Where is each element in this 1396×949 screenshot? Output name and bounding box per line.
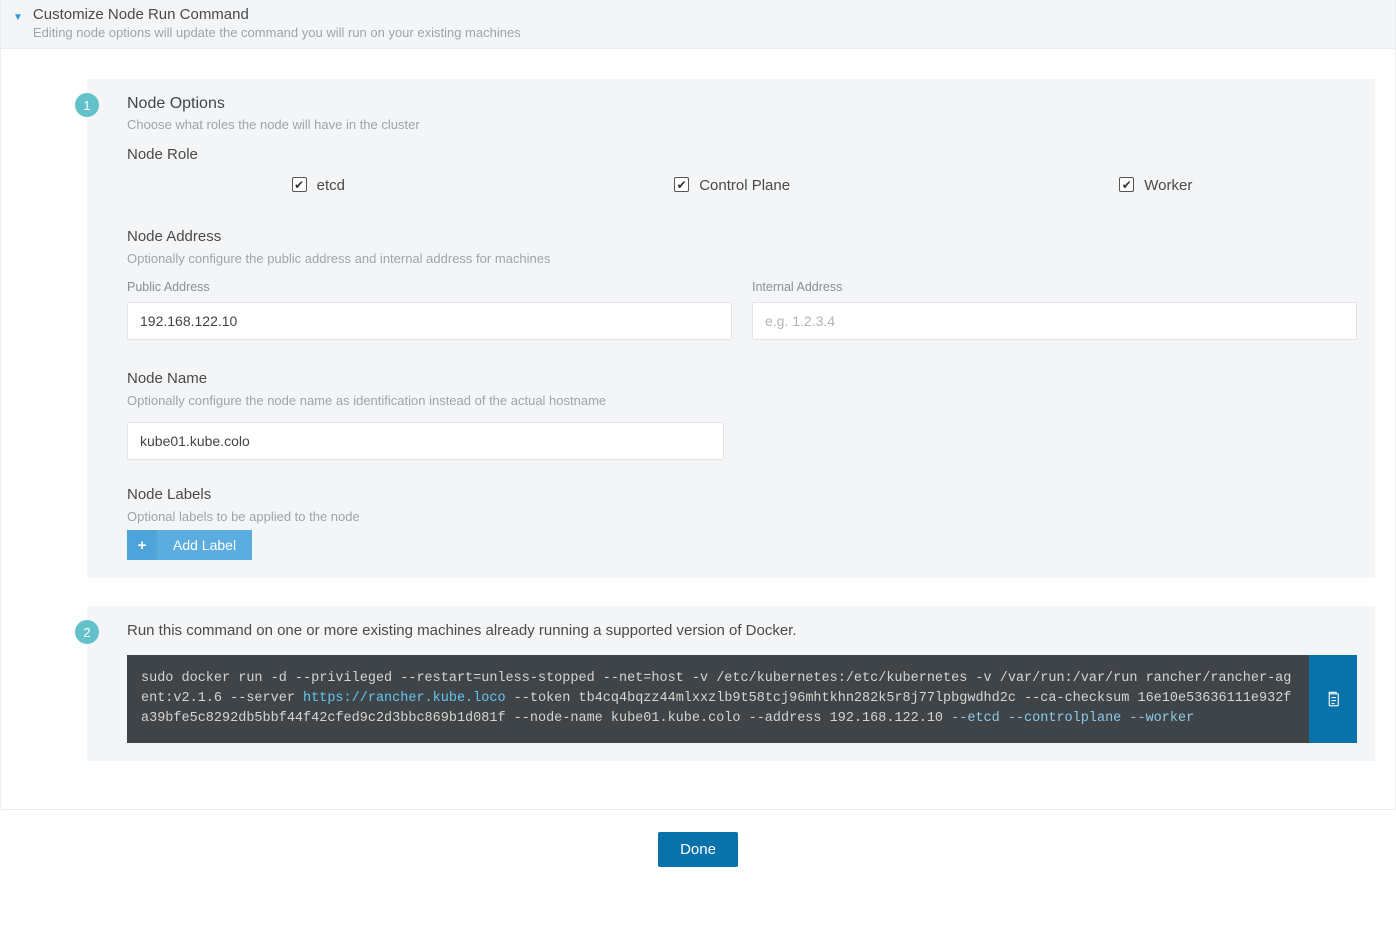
checkbox-icon[interactable]: ✔ (1119, 177, 1134, 192)
internal-address-input[interactable] (752, 302, 1357, 340)
footer-row: Done (0, 810, 1396, 891)
panel-header[interactable]: ▼ Customize Node Run Command Editing nod… (1, 0, 1395, 49)
node-role-title: Node Role (127, 146, 1357, 163)
public-address-input[interactable] (127, 302, 732, 340)
clipboard-icon (1324, 689, 1342, 709)
disclosure-icon[interactable]: ▼ (13, 12, 23, 23)
role-control-plane[interactable]: ✔ Control Plane (674, 177, 790, 194)
checkbox-icon[interactable]: ✔ (674, 177, 689, 192)
node-labels-title: Node Labels (127, 486, 1357, 503)
node-name-help: Optionally configure the node name as id… (127, 393, 1357, 408)
node-name-input[interactable] (127, 422, 724, 460)
copy-button[interactable] (1309, 655, 1357, 743)
role-etcd-label: etcd (317, 177, 345, 194)
role-worker[interactable]: ✔ Worker (1119, 177, 1192, 194)
node-address-help: Optionally configure the public address … (127, 251, 1357, 266)
add-label-button[interactable]: + Add Label (127, 530, 252, 560)
panel-subtitle: Editing node options will update the com… (33, 25, 521, 40)
step-1-box: 1 Node Options Choose what roles the nod… (87, 79, 1375, 578)
checkbox-icon[interactable]: ✔ (292, 177, 307, 192)
plus-icon: + (127, 530, 157, 560)
node-options-title: Node Options (127, 95, 1357, 113)
role-worker-label: Worker (1144, 177, 1192, 194)
done-button[interactable]: Done (658, 832, 738, 867)
role-etcd[interactable]: ✔ etcd (292, 177, 345, 194)
command-row: sudo docker run -d --privileged --restar… (127, 655, 1357, 743)
internal-address-label: Internal Address (752, 280, 1357, 294)
public-address-label: Public Address (127, 280, 732, 294)
node-role-row: ✔ etcd ✔ Control Plane ✔ Worker (127, 177, 1357, 194)
node-address-title: Node Address (127, 228, 1357, 245)
command-block[interactable]: sudo docker run -d --privileged --restar… (127, 655, 1309, 743)
customize-panel: ▼ Customize Node Run Command Editing nod… (0, 0, 1396, 810)
step-2-instruction: Run this command on one or more existing… (127, 622, 1357, 639)
command-flags: --etcd --controlplane --worker (951, 711, 1194, 726)
step-1-badge: 1 (75, 93, 99, 117)
panel-body: 1 Node Options Choose what roles the nod… (1, 49, 1395, 809)
step-2-badge: 2 (75, 620, 99, 644)
panel-title: Customize Node Run Command (33, 6, 521, 23)
node-options-help: Choose what roles the node will have in … (127, 117, 1357, 132)
node-name-title: Node Name (127, 370, 1357, 387)
node-labels-help: Optional labels to be applied to the nod… (127, 509, 1357, 524)
step-2-box: 2 Run this command on one or more existi… (87, 606, 1375, 761)
role-control-plane-label: Control Plane (699, 177, 790, 194)
command-server: https://rancher.kube.loco (303, 691, 506, 706)
add-label-text: Add Label (157, 530, 252, 560)
address-row: Public Address Internal Address (127, 280, 1357, 340)
